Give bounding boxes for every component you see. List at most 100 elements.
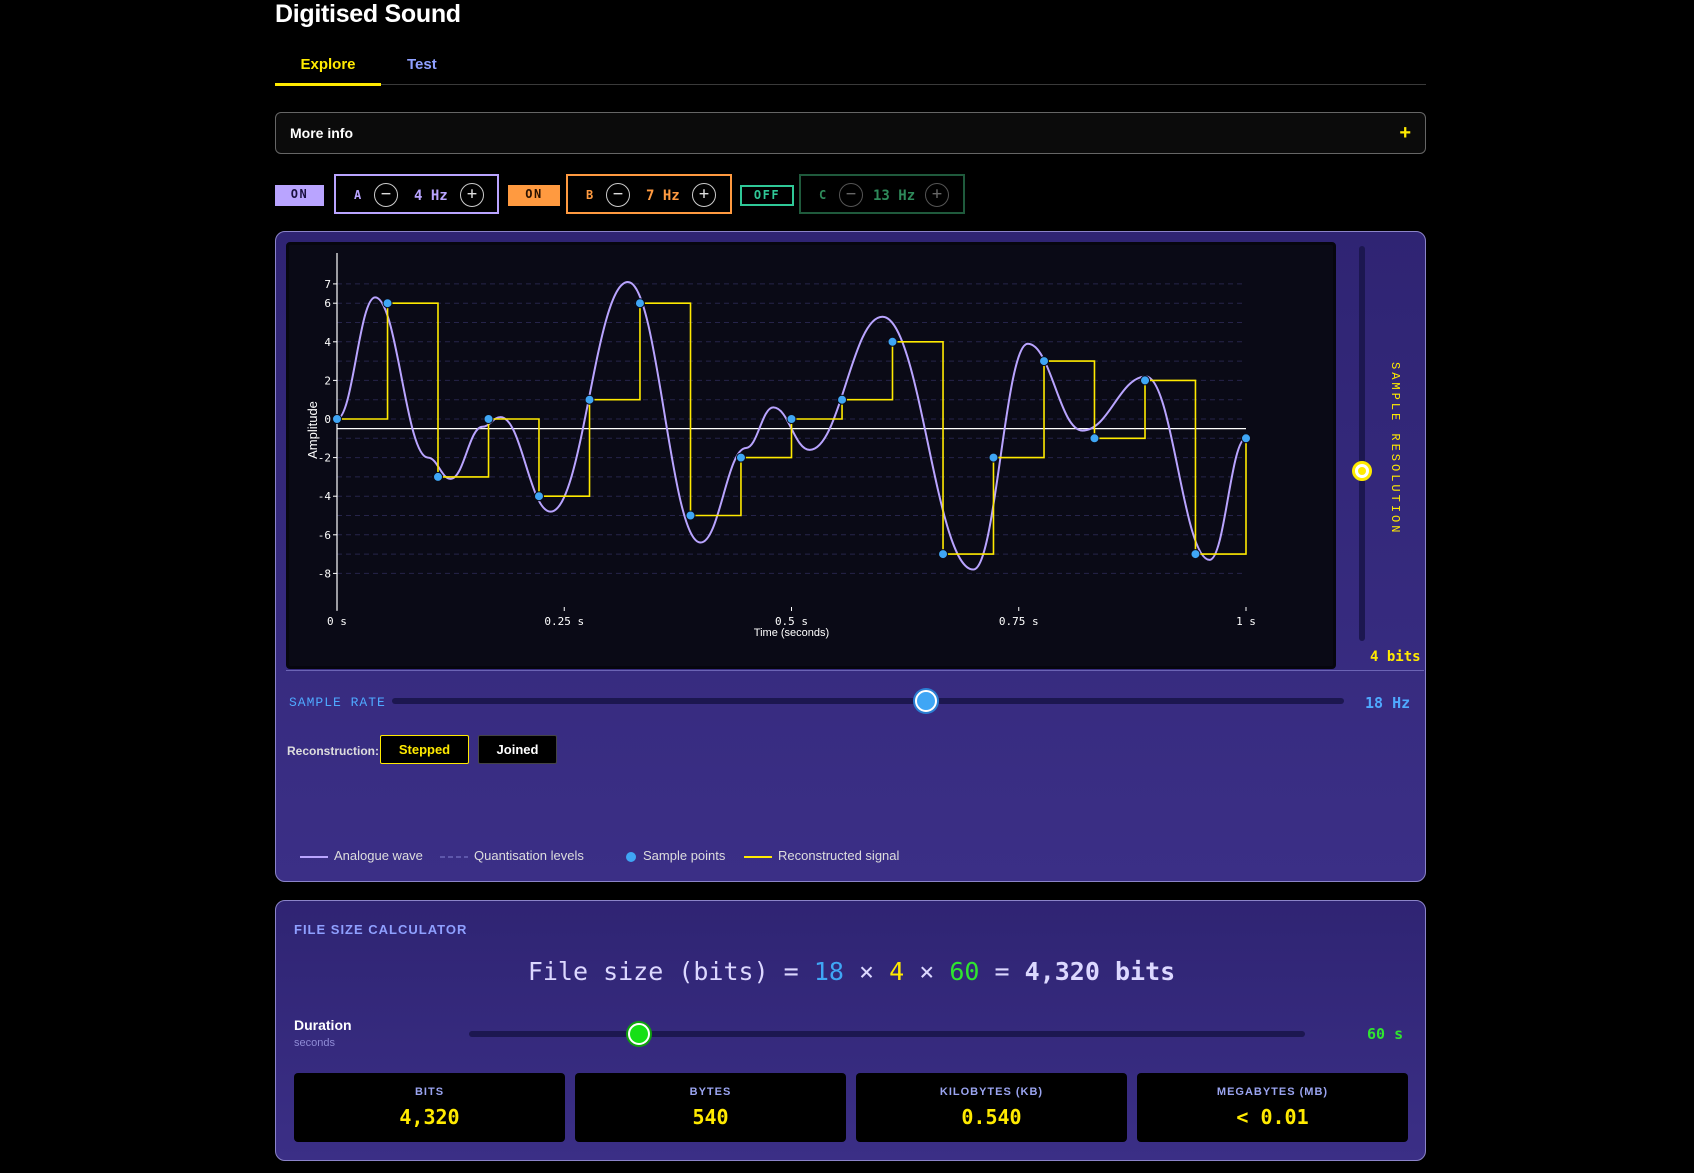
megabytes-card: MEGABYTES (MB) < 0.01 bbox=[1137, 1073, 1408, 1142]
y-tick-label: 0 bbox=[324, 413, 331, 426]
sample-rate-thumb[interactable] bbox=[915, 690, 937, 712]
y-tick-label: -6 bbox=[318, 529, 331, 542]
wave-b-plus-icon[interactable]: + bbox=[692, 183, 716, 207]
x-axis-title: Time (seconds) bbox=[754, 627, 829, 639]
file-size-calculator: FILE SIZE CALCULATOR File size (bits) = … bbox=[275, 900, 1426, 1161]
waveform-chart: 7 6 4 2 0 -2 -4 -6 -8 0 s 0.25 s 0.5 s 0.75 s1 s Time… bbox=[286, 242, 1336, 669]
wave-c-control: C − 13 Hz + bbox=[799, 174, 965, 214]
duration-track[interactable] bbox=[469, 1031, 1305, 1037]
reconstruction-label: Reconstruction: bbox=[287, 744, 380, 758]
sample-point bbox=[332, 414, 342, 424]
formula-rate: 18 bbox=[813, 957, 844, 986]
sample-point bbox=[584, 394, 595, 405]
wave-a-control: A − 4 Hz + bbox=[334, 174, 499, 214]
more-info-label: More info bbox=[290, 125, 353, 141]
legend-samples-label: Sample points bbox=[643, 848, 726, 863]
sample-resolution-track[interactable] bbox=[1359, 246, 1365, 641]
wave-c-frequency: 13 Hz bbox=[873, 188, 916, 204]
legend-reconstructed-label: Reconstructed signal bbox=[778, 848, 900, 863]
wave-c-plus-icon[interactable]: + bbox=[925, 183, 949, 207]
formula-bits: 4 bbox=[889, 957, 905, 986]
kilobytes-card-title: KILOBYTES (KB) bbox=[939, 1086, 1044, 1098]
x-tick-label: 0 s bbox=[327, 615, 347, 628]
wave-c-toggle[interactable]: OFF bbox=[740, 185, 794, 206]
legend-reconstructed-swatch bbox=[744, 855, 772, 858]
wave-b-name: B bbox=[586, 188, 594, 202]
sample-rate-track[interactable] bbox=[392, 698, 1344, 704]
expand-plus-icon[interactable]: + bbox=[1399, 122, 1411, 145]
y-axis-title: Amplitude bbox=[305, 401, 320, 459]
wave-b-toggle[interactable]: ON bbox=[508, 185, 560, 206]
panel-divider bbox=[286, 670, 1424, 671]
legend-reconstructed: Reconstructed signal bbox=[744, 848, 899, 863]
formula-times-1: × bbox=[858, 957, 875, 986]
formula-result: 4,320 bits bbox=[1024, 957, 1176, 986]
duration-value: 60 s bbox=[1367, 1025, 1404, 1043]
waveform-panel: 7 6 4 2 0 -2 -4 -6 -8 0 s 0.25 s 0.5 s 0.75 s1 s Time… bbox=[275, 231, 1426, 882]
sample-point bbox=[735, 452, 746, 463]
tab-test[interactable]: Test bbox=[407, 56, 437, 73]
legend-samples-swatch bbox=[626, 851, 636, 862]
x-tick-label: 0.75 s bbox=[999, 615, 1039, 628]
sample-point bbox=[685, 510, 696, 521]
y-tick-label: -8 bbox=[318, 567, 331, 580]
sample-point bbox=[1089, 433, 1100, 444]
sample-rate-label: SAMPLE RATE bbox=[289, 695, 386, 710]
legend-quantisation-label: Quantisation levels bbox=[474, 848, 584, 863]
sample-resolution-thumb[interactable] bbox=[1352, 461, 1372, 481]
y-tick-label: 6 bbox=[324, 297, 331, 310]
stepped-button[interactable]: Stepped bbox=[380, 735, 469, 764]
page-title: Digitised Sound bbox=[275, 0, 461, 28]
bits-card-title: BITS bbox=[414, 1086, 445, 1098]
wave-b-frequency: 7 Hz bbox=[646, 188, 680, 204]
sample-point bbox=[382, 298, 393, 309]
wave-a-name: A bbox=[354, 188, 362, 202]
kilobytes-card: KILOBYTES (KB) 0.540 bbox=[856, 1073, 1127, 1142]
sample-point bbox=[786, 414, 797, 424]
waveform-svg: 76420-2-4-6-80 s 0.25 s 0.5 s 0.75 s1 sTime… bbox=[305, 253, 1256, 639]
sample-point bbox=[837, 394, 848, 405]
sample-point bbox=[634, 298, 645, 309]
formula-lhs: File size (bits) = bbox=[527, 957, 799, 986]
sample-point bbox=[988, 452, 999, 463]
x-tick-label: 0.25 s bbox=[544, 615, 584, 628]
bytes-card: BYTES 540 bbox=[575, 1073, 846, 1142]
bits-card-value: 4,320 bbox=[399, 1105, 460, 1129]
sample-point bbox=[1190, 549, 1201, 560]
more-info-accordion[interactable]: More info + bbox=[275, 112, 1426, 154]
legend-quantisation-swatch bbox=[440, 855, 468, 858]
duration-unit: seconds bbox=[294, 1037, 335, 1049]
sample-point bbox=[1140, 375, 1151, 386]
joined-button[interactable]: Joined bbox=[478, 735, 557, 764]
sample-point bbox=[1039, 356, 1050, 367]
sample-point bbox=[938, 549, 949, 560]
sample-point bbox=[533, 491, 544, 502]
formula-equals: = bbox=[994, 957, 1010, 986]
wave-b-control: B − 7 Hz + bbox=[566, 174, 732, 214]
legend-samples: Sample points bbox=[625, 848, 725, 863]
sample-point bbox=[483, 414, 494, 424]
sample-resolution-value: 4 bits bbox=[1370, 649, 1421, 665]
megabytes-card-value: < 0.01 bbox=[1236, 1105, 1309, 1129]
wave-a-toggle[interactable]: ON bbox=[275, 185, 324, 206]
duration-thumb[interactable] bbox=[628, 1023, 650, 1045]
legend-analogue-label: Analogue wave bbox=[334, 848, 423, 863]
wave-c-minus-icon[interactable]: − bbox=[839, 183, 863, 207]
megabytes-card-title: MEGABYTES (MB) bbox=[1216, 1086, 1329, 1098]
wave-a-plus-icon[interactable]: + bbox=[460, 183, 484, 207]
wave-c-name: C bbox=[819, 188, 827, 202]
wave-b-minus-icon[interactable]: − bbox=[606, 183, 630, 207]
file-size-formula: File size (bits) = 18 × 4 × 60 = 4,320 b… bbox=[276, 957, 1427, 986]
tab-explore[interactable]: Explore bbox=[275, 56, 381, 86]
y-tick-label: 7 bbox=[324, 278, 331, 291]
calculator-title: FILE SIZE CALCULATOR bbox=[294, 922, 468, 937]
y-tick-label: -4 bbox=[318, 490, 332, 503]
bits-card: BITS 4,320 bbox=[294, 1073, 565, 1142]
wave-a-minus-icon[interactable]: − bbox=[374, 183, 398, 207]
sample-resolution-label: SAMPLE RESOLUTION bbox=[1388, 362, 1402, 536]
formula-duration: 60 bbox=[949, 957, 980, 986]
sample-point bbox=[432, 471, 443, 482]
wave-a-frequency: 4 Hz bbox=[414, 188, 448, 204]
y-tick-label: 2 bbox=[324, 374, 331, 387]
bytes-card-title: BYTES bbox=[689, 1086, 732, 1098]
